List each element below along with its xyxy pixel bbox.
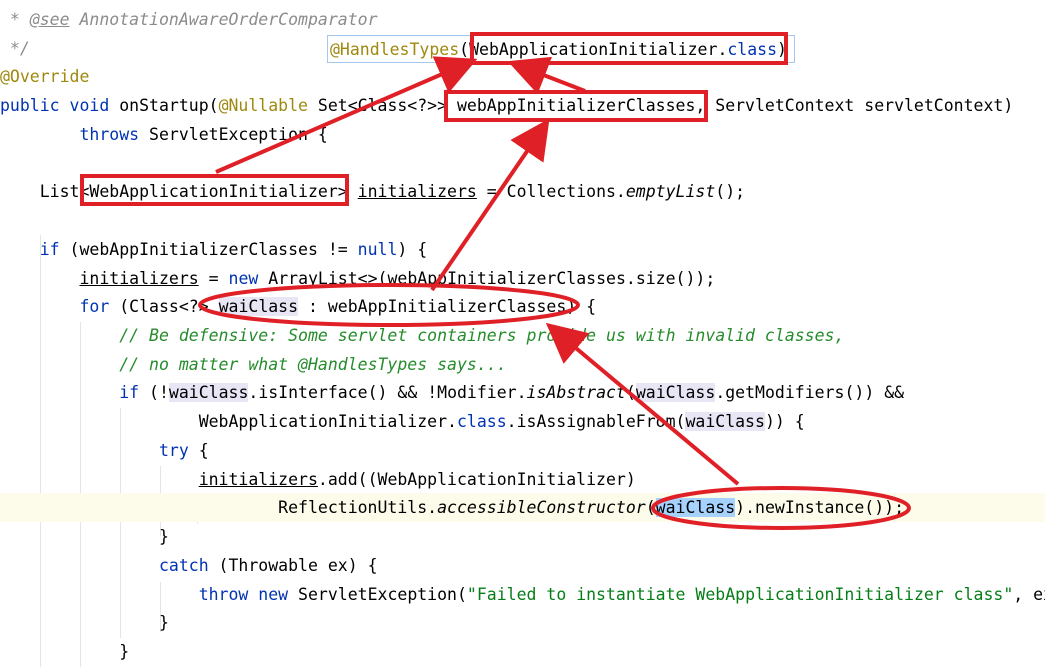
static-call: isAbstract <box>526 383 626 402</box>
code-text: ( <box>625 383 636 402</box>
static-call: accessibleConstructor <box>437 498 646 517</box>
tooltip-text: . <box>717 40 728 59</box>
field-initializers: initializers <box>79 269 199 288</box>
code-line-17: initializers.add((WebApplicationInitiali… <box>0 465 1045 494</box>
comment: // Be defensive: Some servlet containers… <box>119 326 845 345</box>
javadoc-text: * <box>0 10 30 29</box>
code-line-11: for (Class<?> waiClass : webAppInitializ… <box>0 292 1045 321</box>
code-text: List<WebApplicationInitializer> <box>39 182 358 201</box>
variable-waiClass: waiClass <box>168 383 249 402</box>
closing-brace: } <box>119 642 130 661</box>
code-text: (); <box>715 182 746 201</box>
code-text: : webAppInitializerClasses) { <box>298 297 597 316</box>
code-text: )) { <box>764 412 805 431</box>
tooltip-keyword: class <box>727 40 778 59</box>
code-text: ReflectionUtils. <box>278 498 438 517</box>
code-text: WebApplicationInitializer. <box>198 412 457 431</box>
keyword: if <box>39 240 60 259</box>
keyword: new <box>228 269 259 288</box>
code-text: .add((WebApplicationInitializer) <box>317 470 636 489</box>
code-text: ServletException { <box>139 125 328 144</box>
code-line-7: List<WebApplicationInitializer> initiali… <box>0 177 1045 206</box>
keyword: for <box>79 297 110 316</box>
code-text: .isInterface() && !Modifier. <box>248 383 527 402</box>
keyword: class <box>456 412 507 431</box>
handles-types-tooltip: @HandlesTypes(WebApplicationInitializer.… <box>327 35 795 63</box>
static-call: emptyList <box>625 182 716 201</box>
code-line-10: initializers = new ArrayList<>(webAppIni… <box>0 264 1045 293</box>
variable-waiClass-selected: waiClass <box>655 498 736 517</box>
closing-brace: } <box>158 527 169 546</box>
keyword: throw <box>198 585 249 604</box>
keyword: void <box>59 96 120 115</box>
code-text: { <box>188 441 209 460</box>
code-line-22: } <box>0 608 1045 637</box>
keyword: if <box>119 383 140 402</box>
code-line-4: public void onStartup(@Nullable Set<Clas… <box>0 91 1045 120</box>
code-text: (! <box>139 383 169 402</box>
method-params: Set<Class<?>> webAppInitializerClasses, … <box>307 96 1014 115</box>
tooltip-text: ( <box>459 40 470 59</box>
code-line-21: throw new ServletException("Failed to in… <box>0 580 1045 609</box>
code-editor[interactable]: * @see AnnotationAwareOrderComparator */… <box>0 0 1045 667</box>
variable-waiClass: waiClass <box>685 412 765 431</box>
code-text: (Throwable ex) { <box>208 556 378 575</box>
method-name: onStartup( <box>119 96 219 115</box>
code-line-19: } <box>0 522 1045 551</box>
keyword: catch <box>158 556 209 575</box>
string-literal: "Failed to instantiate WebApplicationIni… <box>466 585 1014 604</box>
code-line-1: * @see AnnotationAwareOrderComparator <box>0 5 1045 34</box>
javadoc-tag: @see <box>29 10 70 29</box>
variable-waiClass: waiClass <box>218 297 299 316</box>
code-line-13: // no matter what @HandlesTypes says... <box>0 350 1045 379</box>
keyword: throws <box>79 125 140 144</box>
code-text: .isAssignableFrom( <box>506 412 686 431</box>
code-line-16: try { <box>0 436 1045 465</box>
code-text: ) { <box>397 240 428 259</box>
code-line-14: if (!waiClass.isInterface() && !Modifier… <box>0 378 1045 407</box>
field-initializers: initializers <box>357 182 477 201</box>
field-initializers: initializers <box>198 470 318 489</box>
keyword: new <box>258 585 289 604</box>
code-text: ).newInstance()); <box>735 498 905 517</box>
closing-brace: } <box>158 613 169 632</box>
keyword: public <box>0 96 60 115</box>
code-line-23: } <box>0 637 1045 666</box>
code-text: ServletException( <box>288 585 467 604</box>
javadoc-text: AnnotationAwareOrderComparator <box>69 10 378 29</box>
code-text: ArrayList<>(webAppInitializerClasses.siz… <box>258 269 716 288</box>
javadoc-end: */ <box>0 39 30 58</box>
code-text: (webAppInitializerClasses != <box>59 240 358 259</box>
tooltip-type: WebApplicationInitializer <box>469 40 718 59</box>
code-text: = Collections. <box>476 182 626 201</box>
code-line-15: WebApplicationInitializer.class.isAssign… <box>0 407 1045 436</box>
keyword: null <box>357 240 398 259</box>
code-line-5: throws ServletException { <box>0 120 1045 149</box>
keyword: try <box>158 441 189 460</box>
code-text: .getModifiers()) && <box>715 383 905 402</box>
current-line: ReflectionUtils.accessibleConstructor(wa… <box>0 493 1045 522</box>
code-text: ( <box>645 498 656 517</box>
tooltip-annotation: @HandlesTypes <box>330 40 460 59</box>
nullable-annotation: @Nullable <box>218 96 308 115</box>
tooltip-text: ) <box>777 40 787 59</box>
code-line-12: // Be defensive: Some servlet containers… <box>0 321 1045 350</box>
code-text: , ex); <box>1013 585 1045 604</box>
code-line-20: catch (Throwable ex) { <box>0 551 1045 580</box>
override-annotation: @Override <box>0 67 90 86</box>
code-line-9: if (webAppInitializerClasses != null) { <box>0 235 1045 264</box>
code-text: (Class<?> <box>109 297 219 316</box>
comment: // no matter what @HandlesTypes says... <box>119 355 507 374</box>
variable-waiClass: waiClass <box>635 383 716 402</box>
code-text: = <box>198 269 229 288</box>
code-line-3: @Override <box>0 62 1045 91</box>
